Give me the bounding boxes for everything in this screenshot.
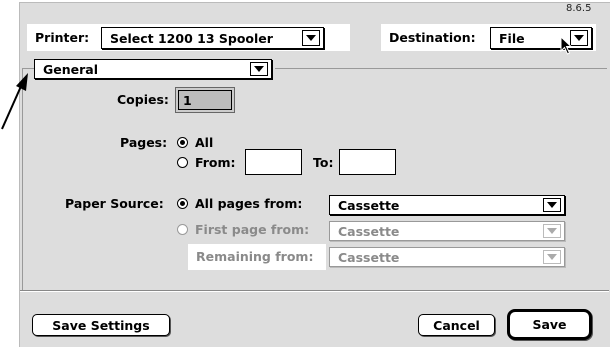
all-pages-popup-value: Cassette (338, 197, 400, 213)
printer-label: Printer: (35, 30, 90, 45)
pages-to-field[interactable] (339, 149, 396, 175)
first-page-radio[interactable] (177, 224, 188, 235)
divider-highlight (20, 291, 609, 292)
remaining-label: Remaining from: (196, 249, 314, 264)
first-page-popup[interactable]: Cassette (329, 221, 565, 241)
first-page-label: First page from: (195, 222, 310, 237)
destination-popup-value: File (499, 30, 525, 46)
destination-popup[interactable]: File (490, 27, 592, 49)
pages-from-radio[interactable] (177, 157, 188, 168)
destination-label: Destination: (389, 30, 476, 45)
mouse-pointer-icon (560, 36, 573, 55)
remaining-popup[interactable]: Cassette (329, 247, 565, 267)
group-box-top (275, 68, 607, 69)
chevron-down-icon (543, 198, 561, 212)
pages-to-label: To: (313, 155, 334, 170)
save-button[interactable]: Save (507, 309, 592, 340)
first-page-popup-value: Cassette (338, 223, 400, 239)
chevron-down-icon (543, 250, 561, 264)
copies-field[interactable]: 1 (175, 87, 235, 113)
panel-popup[interactable]: General (34, 59, 272, 79)
all-pages-label: All pages from: (195, 196, 303, 211)
chevron-down-icon (543, 224, 561, 238)
save-settings-button[interactable]: Save Settings (32, 314, 170, 336)
all-pages-popup[interactable]: Cassette (329, 195, 565, 215)
printer-popup-value: Select 1200 13 Spooler (110, 30, 273, 46)
pages-all-radio[interactable] (177, 137, 188, 148)
remaining-popup-value: Cassette (338, 249, 400, 265)
pages-label: Pages: (120, 135, 168, 150)
pages-from-label: From: (195, 155, 236, 170)
pages-all-label: All (195, 135, 214, 150)
version-label: 8.6.5 (566, 3, 592, 14)
copies-value[interactable]: 1 (178, 90, 232, 110)
printer-popup[interactable]: Select 1200 13 Spooler (101, 27, 324, 49)
group-box-top-left (22, 68, 34, 69)
chevron-down-icon (302, 30, 320, 46)
pages-from-field[interactable] (245, 149, 302, 175)
chevron-down-icon (250, 62, 268, 76)
panel-popup-value: General (43, 61, 98, 77)
cancel-button[interactable]: Cancel (418, 314, 495, 336)
paper-source-label: Paper Source: (65, 196, 164, 211)
all-pages-radio[interactable] (177, 198, 188, 209)
callout-arrow-icon (1, 73, 28, 130)
print-dialog (19, 2, 610, 347)
copies-label: Copies: (117, 92, 169, 107)
